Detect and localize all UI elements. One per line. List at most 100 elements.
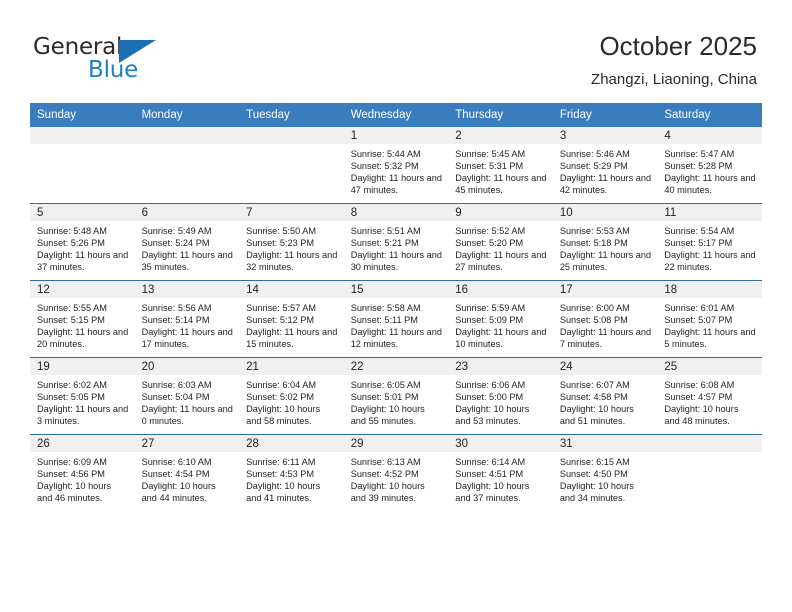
calendar-body: 1 Sunrise: 5:44 AM Sunset: 5:32 PM Daylight… bbox=[30, 127, 762, 511]
page-header: General Blue October 2025 Zhangzi, Liaon… bbox=[0, 0, 792, 100]
calendar-day-cell[interactable]: 29 Sunrise: 6:13 AM Sunset: 4:52 PM Dayligh… bbox=[343, 434, 449, 511]
sunset-text: Sunset: 5:21 PM bbox=[350, 238, 419, 249]
calendar-day-cell[interactable]: 22 Sunrise: 6:05 AM Sunset: 5:01 PM Dayligh… bbox=[343, 357, 449, 435]
generalblue-logo[interactable]: General Blue bbox=[33, 34, 243, 88]
daylight-text: Daylight: 10 hours and 44 minutes. bbox=[141, 481, 216, 504]
day-number: 4 bbox=[657, 127, 762, 144]
day-number: 13 bbox=[134, 281, 240, 298]
calendar-day-cell[interactable]: 2 Sunrise: 5:45 AM Sunset: 5:31 PM Daylight… bbox=[448, 127, 553, 204]
sunset-text: Sunset: 5:32 PM bbox=[350, 161, 419, 172]
calendar-day-cell[interactable]: 14 Sunrise: 5:57 AM Sunset: 5:12 PM Dayligh… bbox=[239, 280, 344, 358]
day-number: 9 bbox=[448, 204, 553, 221]
daylight-text: Daylight: 10 hours and 58 minutes. bbox=[246, 404, 321, 427]
calendar-day-cell[interactable]: 11 Sunrise: 5:54 AM Sunset: 5:17 PM Dayligh… bbox=[657, 203, 762, 281]
sunrise-text: Sunrise: 6:06 AM bbox=[455, 380, 526, 390]
daylight-text: Daylight: 10 hours and 39 minutes. bbox=[350, 481, 425, 504]
day-details: Sunrise: 5:54 AM Sunset: 5:17 PM Daylight:… bbox=[657, 221, 762, 273]
day-details: Sunrise: 6:11 AM Sunset: 4:53 PM Daylight:… bbox=[239, 452, 344, 504]
day-number: 3 bbox=[552, 127, 658, 144]
daylight-text: Daylight: 11 hours and 20 minutes. bbox=[37, 327, 129, 350]
day-number: 1 bbox=[343, 127, 449, 144]
day-details: Sunrise: 6:05 AM Sunset: 5:01 PM Daylight:… bbox=[344, 375, 449, 427]
sunset-text: Sunset: 5:23 PM bbox=[246, 238, 315, 249]
calendar-day-cell[interactable]: 8 Sunrise: 5:51 AM Sunset: 5:21 PM Daylight… bbox=[343, 203, 449, 281]
daylight-text: Daylight: 10 hours and 53 minutes. bbox=[455, 404, 530, 427]
calendar-day-cell[interactable]: 20 Sunrise: 6:03 AM Sunset: 5:04 PM Dayligh… bbox=[134, 357, 240, 435]
calendar-day-cell[interactable]: 15 Sunrise: 5:58 AM Sunset: 5:11 PM Dayligh… bbox=[343, 280, 449, 358]
sunrise-text: Sunrise: 5:48 AM bbox=[37, 226, 107, 236]
day-number: 27 bbox=[134, 435, 240, 452]
calendar-day-cell[interactable]: 6 Sunrise: 5:49 AM Sunset: 5:24 PM Daylight… bbox=[134, 203, 240, 281]
calendar-week-row: 26 Sunrise: 6:09 AM Sunset: 4:56 PM Dayligh… bbox=[30, 434, 762, 511]
calendar-day-cell[interactable]: 5 Sunrise: 5:48 AM Sunset: 5:26 PM Daylight… bbox=[30, 203, 135, 281]
day-number: 15 bbox=[343, 281, 449, 298]
weekday-header-thursday: Thursday bbox=[448, 103, 553, 127]
weekday-header-tuesday: Tuesday bbox=[239, 103, 344, 127]
day-number: 22 bbox=[343, 358, 449, 375]
calendar-day-cell[interactable]: 1 Sunrise: 5:44 AM Sunset: 5:32 PM Daylight… bbox=[343, 127, 449, 204]
day-number: 14 bbox=[239, 281, 344, 298]
calendar-day-cell[interactable]: 30 Sunrise: 6:14 AM Sunset: 4:51 PM Dayligh… bbox=[448, 434, 553, 511]
day-number bbox=[30, 127, 135, 144]
day-number: 25 bbox=[657, 358, 762, 375]
calendar-day-cell[interactable]: 12 Sunrise: 5:55 AM Sunset: 5:15 PM Dayligh… bbox=[30, 280, 135, 358]
daylight-text: Daylight: 11 hours and 0 minutes. bbox=[141, 404, 233, 427]
daylight-text: Daylight: 11 hours and 30 minutes. bbox=[350, 250, 442, 273]
sunrise-text: Sunrise: 5:55 AM bbox=[37, 303, 107, 313]
calendar-day-cell[interactable]: 28 Sunrise: 6:11 AM Sunset: 4:53 PM Dayligh… bbox=[239, 434, 344, 511]
calendar-week-row: 5 Sunrise: 5:48 AM Sunset: 5:26 PM Daylight… bbox=[30, 203, 762, 281]
day-number: 31 bbox=[552, 435, 658, 452]
calendar-day-cell[interactable]: 31 Sunrise: 6:15 AM Sunset: 4:50 PM Dayligh… bbox=[552, 434, 658, 511]
daylight-text: Daylight: 11 hours and 15 minutes. bbox=[246, 327, 338, 350]
calendar-day-cell[interactable]: 7 Sunrise: 5:50 AM Sunset: 5:23 PM Daylight… bbox=[239, 203, 344, 281]
sunset-text: Sunset: 5:15 PM bbox=[37, 315, 105, 326]
calendar-day-cell[interactable]: 16 Sunrise: 5:59 AM Sunset: 5:09 PM Dayligh… bbox=[448, 280, 553, 358]
sunset-text: Sunset: 5:20 PM bbox=[455, 238, 524, 249]
sunrise-text: Sunrise: 5:49 AM bbox=[141, 226, 212, 236]
weekday-header-sunday: Sunday bbox=[30, 103, 135, 127]
day-number: 16 bbox=[448, 281, 553, 298]
day-number: 2 bbox=[448, 127, 553, 144]
daylight-text: Daylight: 11 hours and 42 minutes. bbox=[559, 173, 652, 196]
calendar-day-cell[interactable]: 13 Sunrise: 5:56 AM Sunset: 5:14 PM Dayligh… bbox=[134, 280, 240, 358]
day-number: 26 bbox=[30, 435, 135, 452]
daylight-text: Daylight: 11 hours and 3 minutes. bbox=[37, 404, 129, 427]
title-block: October 2025 Zhangzi, Liaoning, China bbox=[591, 30, 757, 90]
calendar-day-cell[interactable]: 24 Sunrise: 6:07 AM Sunset: 4:58 PM Dayligh… bbox=[552, 357, 658, 435]
calendar-day-cell[interactable]: 4 Sunrise: 5:47 AM Sunset: 5:28 PM Daylight… bbox=[657, 127, 762, 204]
calendar-day-cell[interactable]: 18 Sunrise: 6:01 AM Sunset: 5:07 PM Dayligh… bbox=[657, 280, 762, 358]
calendar-day-cell[interactable]: 21 Sunrise: 6:04 AM Sunset: 5:02 PM Dayligh… bbox=[239, 357, 344, 435]
sunrise-text: Sunrise: 6:15 AM bbox=[559, 457, 630, 467]
sunset-text: Sunset: 5:12 PM bbox=[246, 315, 315, 326]
calendar-day-cell[interactable]: 10 Sunrise: 5:53 AM Sunset: 5:18 PM Dayligh… bbox=[552, 203, 658, 281]
calendar-day-cell[interactable]: 23 Sunrise: 6:06 AM Sunset: 5:00 PM Dayligh… bbox=[448, 357, 553, 435]
sunset-text: Sunset: 4:51 PM bbox=[455, 469, 524, 480]
weekday-header-saturday: Saturday bbox=[657, 103, 762, 127]
daylight-text: Daylight: 10 hours and 55 minutes. bbox=[350, 404, 425, 427]
calendar-week-row: 12 Sunrise: 5:55 AM Sunset: 5:15 PM Dayligh… bbox=[30, 280, 762, 358]
calendar-day-cell[interactable]: 19 Sunrise: 6:02 AM Sunset: 5:05 PM Dayligh… bbox=[30, 357, 135, 435]
sunrise-text: Sunrise: 5:46 AM bbox=[559, 149, 630, 159]
day-details: Sunrise: 6:01 AM Sunset: 5:07 PM Daylight:… bbox=[657, 298, 762, 350]
daylight-text: Daylight: 10 hours and 51 minutes. bbox=[559, 404, 634, 427]
day-number: 5 bbox=[30, 204, 135, 221]
day-number: 19 bbox=[30, 358, 135, 375]
brand-name-blue: Blue bbox=[88, 57, 139, 83]
day-details: Sunrise: 6:13 AM Sunset: 4:52 PM Daylight:… bbox=[344, 452, 449, 504]
calendar-day-cell[interactable]: 17 Sunrise: 6:00 AM Sunset: 5:08 PM Dayligh… bbox=[552, 280, 658, 358]
calendar-day-cell[interactable]: 9 Sunrise: 5:52 AM Sunset: 5:20 PM Daylight… bbox=[448, 203, 553, 281]
calendar-day-cell[interactable]: 27 Sunrise: 6:10 AM Sunset: 4:54 PM Dayligh… bbox=[134, 434, 240, 511]
sunrise-text: Sunrise: 6:08 AM bbox=[664, 380, 735, 390]
calendar-day-cell-empty bbox=[134, 127, 240, 204]
daylight-text: Daylight: 11 hours and 22 minutes. bbox=[664, 250, 756, 273]
calendar-day-cell[interactable]: 26 Sunrise: 6:09 AM Sunset: 4:56 PM Dayligh… bbox=[30, 434, 135, 511]
sunrise-text: Sunrise: 6:13 AM bbox=[350, 457, 421, 467]
calendar-week-row: 19 Sunrise: 6:02 AM Sunset: 5:05 PM Dayligh… bbox=[30, 357, 762, 435]
day-number bbox=[657, 435, 762, 452]
day-details: Sunrise: 6:07 AM Sunset: 4:58 PM Daylight:… bbox=[553, 375, 658, 427]
calendar-day-cell[interactable]: 25 Sunrise: 6:08 AM Sunset: 4:57 PM Dayligh… bbox=[657, 357, 762, 435]
calendar-header-row: Sunday Monday Tuesday Wednesday Thursday… bbox=[30, 103, 762, 127]
calendar-day-cell[interactable]: 3 Sunrise: 5:46 AM Sunset: 5:29 PM Daylight… bbox=[552, 127, 658, 204]
sunrise-text: Sunrise: 6:00 AM bbox=[559, 303, 630, 313]
sunset-text: Sunset: 4:54 PM bbox=[141, 469, 210, 480]
